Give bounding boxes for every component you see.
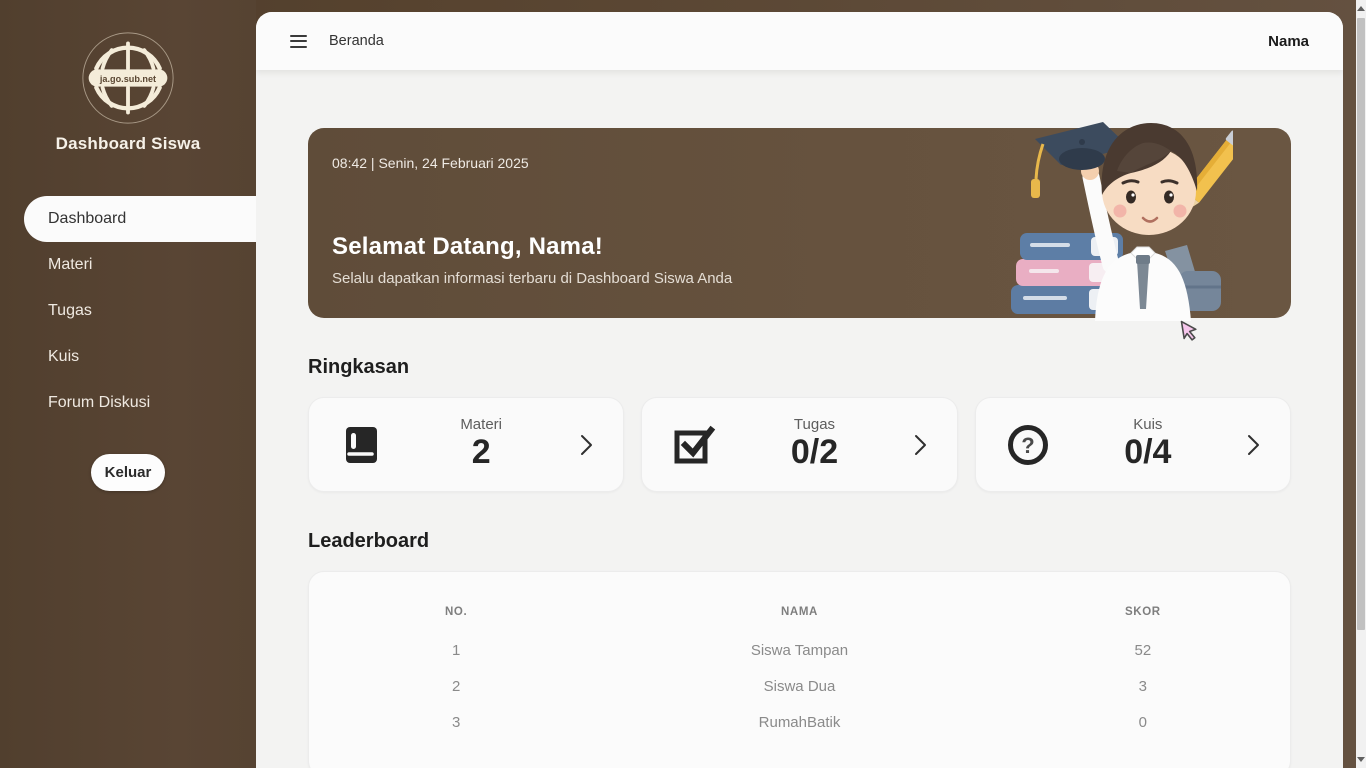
column-header-no: NO. — [309, 598, 603, 632]
scrollbar-thumb[interactable] — [1357, 18, 1365, 630]
cell-skor: 0 — [996, 704, 1290, 740]
welcome-banner: 08:42 | Senin, 24 Februari 2025 Selamat … — [308, 128, 1291, 318]
app-logo: ja.go.sub.net — [80, 30, 176, 126]
hamburger-menu-icon[interactable] — [290, 35, 307, 48]
chevron-right-icon[interactable] — [913, 434, 927, 456]
globe-logo-icon: ja.go.sub.net — [80, 30, 176, 126]
summary-heading: Ringkasan — [308, 356, 1291, 379]
sidebar-item-kuis[interactable]: Kuis — [0, 334, 256, 380]
page-content: 08:42 | Senin, 24 Februari 2025 Selamat … — [256, 70, 1343, 768]
table-header-row: NO. NAMA SKOR — [309, 598, 1290, 632]
chevron-right-icon[interactable] — [1246, 434, 1260, 456]
banner-greeting: Selamat Datang, Nama! — [332, 233, 1267, 261]
scroll-up-arrow[interactable] — [1357, 6, 1365, 11]
sidebar: ja.go.sub.net Dashboard Siswa Dashboard … — [0, 0, 256, 768]
breadcrumb: Beranda — [329, 33, 384, 49]
logout-button[interactable]: Keluar — [91, 454, 165, 491]
card-value: 0/4 — [1050, 433, 1246, 472]
card-label: Kuis — [1050, 416, 1246, 433]
sidebar-item-tugas[interactable]: Tugas — [0, 288, 256, 334]
card-value: 0/2 — [716, 433, 912, 472]
cell-nama: Siswa Tampan — [603, 632, 995, 668]
summary-card-materi[interactable]: Materi 2 — [308, 397, 624, 492]
card-value: 2 — [383, 433, 579, 472]
chevron-right-icon[interactable] — [579, 434, 593, 456]
column-header-nama: NAMA — [603, 598, 995, 632]
column-header-skor: SKOR — [996, 598, 1290, 632]
table-row: 1 Siswa Tampan 52 — [309, 632, 1290, 668]
vertical-scrollbar[interactable] — [1356, 0, 1366, 768]
summary-card-kuis[interactable]: ? Kuis 0/4 — [975, 397, 1291, 492]
question-circle-icon: ? — [1006, 423, 1050, 467]
cell-nama: RumahBatik — [603, 704, 995, 740]
app-title: Dashboard Siswa — [0, 134, 256, 154]
student-illustration — [1003, 95, 1233, 331]
cell-no: 1 — [309, 632, 603, 668]
sidebar-item-forum-diskusi[interactable]: Forum Diskusi — [0, 380, 256, 426]
sidebar-item-dashboard[interactable]: Dashboard — [24, 196, 256, 242]
mouse-cursor — [1180, 318, 1200, 344]
table-row: 2 Siswa Dua 3 — [309, 668, 1290, 704]
scroll-down-arrow[interactable] — [1357, 757, 1365, 762]
checkbox-check-icon — [672, 423, 716, 467]
card-label: Tugas — [716, 416, 912, 433]
cell-no: 3 — [309, 704, 603, 740]
card-label: Materi — [383, 416, 579, 433]
leaderboard-table: NO. NAMA SKOR 1 Siswa Tampan 52 2 Siswa … — [309, 598, 1290, 740]
leaderboard-heading: Leaderboard — [308, 530, 1291, 553]
sidebar-menu: Dashboard Materi Tugas Kuis Forum Diskus… — [0, 196, 256, 426]
main-panel: Beranda Nama 08:42 | Senin, 24 Februari … — [256, 12, 1343, 768]
logo-text: ja.go.sub.net — [99, 74, 156, 84]
user-name[interactable]: Nama — [1268, 33, 1309, 50]
leaderboard-card: NO. NAMA SKOR 1 Siswa Tampan 52 2 Siswa … — [308, 571, 1291, 768]
table-row: 3 RumahBatik 0 — [309, 704, 1290, 740]
cell-skor: 52 — [996, 632, 1290, 668]
book-icon — [339, 423, 383, 467]
banner-subtitle: Selalu dapatkan informasi terbaru di Das… — [332, 270, 1267, 287]
banner-datetime: 08:42 | Senin, 24 Februari 2025 — [332, 155, 1267, 171]
sidebar-item-materi[interactable]: Materi — [0, 242, 256, 288]
topbar: Beranda Nama — [256, 12, 1343, 70]
summary-cards: Materi 2 Tugas 0/2 — [308, 397, 1291, 492]
svg-text:?: ? — [1021, 433, 1034, 458]
cell-nama: Siswa Dua — [603, 668, 995, 704]
cell-skor: 3 — [996, 668, 1290, 704]
summary-card-tugas[interactable]: Tugas 0/2 — [641, 397, 957, 492]
cell-no: 2 — [309, 668, 603, 704]
